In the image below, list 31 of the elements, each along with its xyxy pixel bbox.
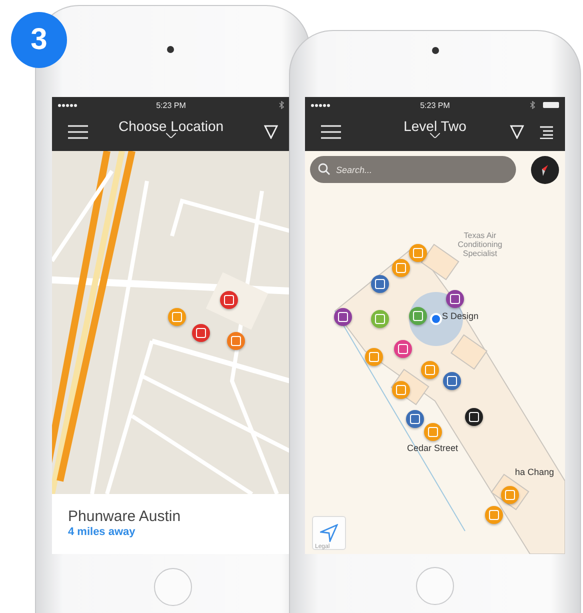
bluetooth-icon — [279, 101, 284, 109]
status-time: 5:23 PM — [155, 100, 187, 110]
chevron-down-icon — [430, 132, 440, 138]
camera-icon — [167, 46, 174, 53]
menu-icon[interactable] — [68, 125, 88, 139]
filter-icon[interactable] — [264, 125, 278, 139]
search-field[interactable]: Search... — [310, 156, 516, 183]
locate-me-button[interactable] — [312, 516, 346, 550]
camera-icon — [432, 47, 439, 54]
navigation-arrow-icon — [320, 524, 338, 542]
map-label: Texas Air Conditioning Specialist — [456, 231, 504, 258]
list-icon[interactable] — [540, 126, 553, 138]
map-label: S Design — [442, 311, 479, 321]
signal-icon — [58, 104, 77, 106]
search-icon — [318, 163, 330, 175]
chevron-down-icon — [166, 132, 176, 138]
location-card[interactable]: Phunware Austin 4 miles away — [52, 494, 290, 554]
location-title-dropdown[interactable]: Choose Location — [118, 118, 224, 146]
status-time: 5:23 PM — [419, 100, 451, 110]
location-distance: 4 miles away — [68, 526, 136, 538]
map-label: Cedar Street — [407, 443, 458, 453]
menu-icon[interactable] — [321, 125, 341, 139]
level-title-dropdown[interactable]: Level Two — [404, 118, 466, 146]
battery-icon — [543, 102, 559, 108]
signal-icon — [311, 104, 330, 106]
compass-icon[interactable] — [531, 156, 559, 184]
step-badge: 3 — [11, 12, 67, 68]
location-name: Phunware Austin — [68, 508, 182, 525]
bluetooth-icon — [530, 101, 535, 109]
map-label: ha Chang — [515, 467, 554, 477]
filter-icon[interactable] — [510, 125, 524, 139]
